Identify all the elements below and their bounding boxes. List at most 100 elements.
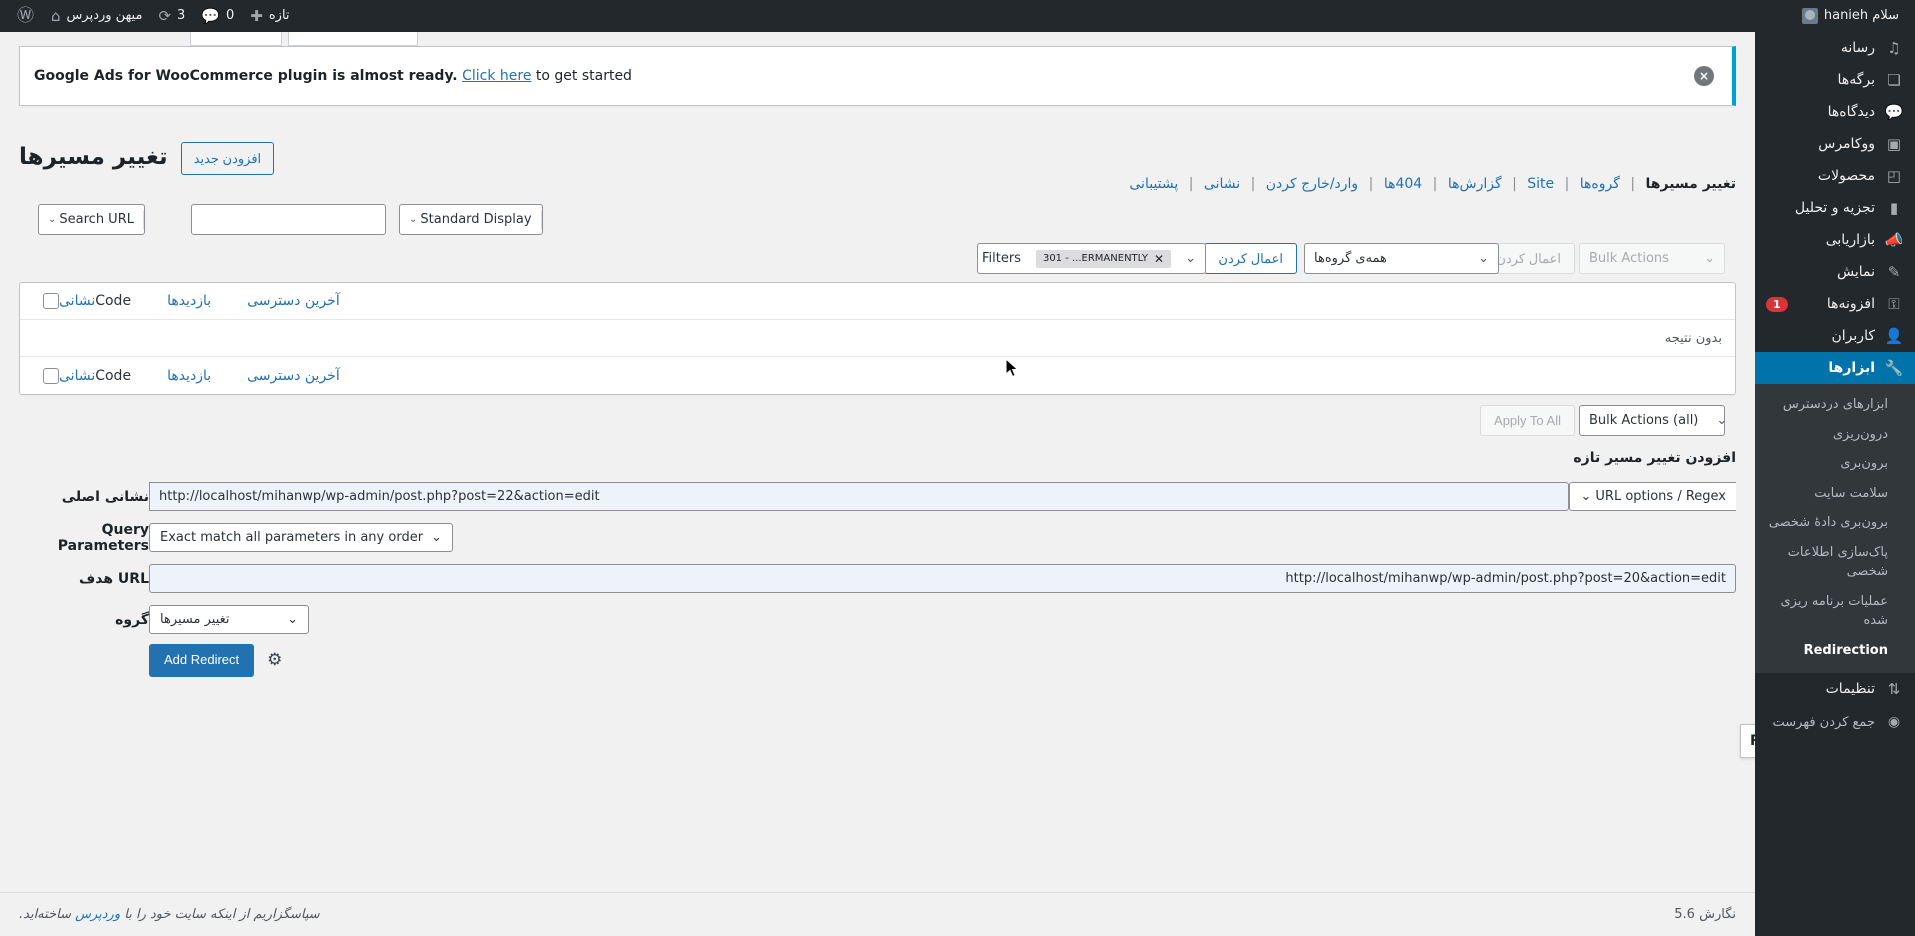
sidebar-item-media[interactable]: ♫ رسانه <box>1755 32 1915 64</box>
add-redirect-button[interactable]: Add Redirect <box>149 644 255 677</box>
subnav-item-404s[interactable]: 404ها <box>1384 176 1422 192</box>
filters-select[interactable]: Filters ✕ 301 - ...ERMANENTLY ⌄ <box>976 243 1206 274</box>
bulk-actions-select[interactable]: Bulk Actions ⌄ <box>1579 243 1725 274</box>
table-footer-right-columns: Code بازدیدها آخرین دسترسی <box>95 368 340 384</box>
add-redirect-form: نشانی اصلی http://localhost/mihanwp/wp-a… <box>19 482 1736 687</box>
collapse-icon: ◉ <box>1887 714 1901 730</box>
search-type-select[interactable]: ⌄ Search URL <box>38 204 145 235</box>
admin-bar-comments[interactable]: 0 💬 <box>193 0 242 32</box>
footer-version: نگارش 5.6 <box>1674 907 1736 922</box>
submenu-item-erase-personal-data[interactable]: پاک‌سازی اطلاعات شخصی <box>1755 538 1915 587</box>
gear-icon[interactable]: ⚙ <box>267 652 282 669</box>
notice-message: Google Ads for WooCommerce plugin is alm… <box>34 68 632 84</box>
subnav-item-groups[interactable]: گروه‌ها <box>1580 176 1620 192</box>
display-mode-value[interactable]: ⌄ Standard Display <box>400 205 541 234</box>
empty-message: بدون نتیجه <box>1664 330 1722 346</box>
sidebar-item-tools[interactable]: 🔧 ابزارها <box>1747 352 1915 384</box>
search-input[interactable] <box>192 205 382 234</box>
url-options-regex-button[interactable]: ⌄ URL options / Regex <box>1569 482 1736 511</box>
column-footer-url[interactable]: نشانی <box>59 368 95 384</box>
submenu-item-available-tools[interactable]: ابزارهای دردسترس <box>1755 390 1915 420</box>
subnav-item-logs[interactable]: گزارش‌ها <box>1448 176 1502 192</box>
subnav-separator: | <box>1368 176 1374 192</box>
admin-bar-updates[interactable]: 3 ⟳ <box>150 0 193 32</box>
chevron-down-icon: ⌄ <box>431 530 442 545</box>
column-footer-last-access[interactable]: آخرین دسترسی <box>247 368 340 384</box>
group-filter-select[interactable]: همه‌ی گروه‌ها ⌄ <box>1304 243 1499 274</box>
sidebar-item-marketing[interactable]: 📣 بازاریابی <box>1755 224 1915 256</box>
admin-bar-site-name[interactable]: میهن وردپرس ⌂ <box>43 0 150 32</box>
stray-tab-2[interactable] <box>190 32 282 46</box>
search-type-value[interactable]: ⌄ Search URL <box>39 205 143 234</box>
footer-wordpress-link[interactable]: وردپرس <box>75 907 120 922</box>
column-header-last-access[interactable]: آخرین دسترسی <box>247 293 340 309</box>
target-url-input[interactable]: http://localhost/mihanwp/wp-admin/post.p… <box>149 564 1736 593</box>
tooltip-text: Re <box>1750 733 1755 749</box>
sidebar-item-analytics[interactable]: ▮ تجزیه و تحلیل <box>1755 192 1915 224</box>
submenu-item-scheduled-actions[interactable]: عملیات برنامه ریزی شده <box>1755 587 1915 636</box>
sidebar-item-pages[interactable]: ❏ برگه‌ها <box>1755 64 1915 96</box>
sidebar-item-appearance[interactable]: ✎ نمایش <box>1755 256 1915 288</box>
subnav-item-import-export[interactable]: وارد/خارج کردن <box>1266 176 1358 192</box>
pages-icon: ❏ <box>1887 70 1901 89</box>
display-mode-select[interactable]: ⌄ Standard Display <box>399 204 543 235</box>
form-row-source-url: نشانی اصلی http://localhost/mihanwp/wp-a… <box>19 482 1736 511</box>
column-header-code: Code <box>95 293 132 309</box>
subnav-item-redirects[interactable]: تغییر مسیرها <box>1646 176 1736 192</box>
table-header-right-columns: Code بازدیدها آخرین دسترسی <box>95 293 340 309</box>
column-header-url[interactable]: نشانی <box>59 293 95 309</box>
plugins-update-badge: 1 <box>1766 296 1788 312</box>
wordpress-logo-icon[interactable]: Ⓦ <box>8 0 43 32</box>
subnav-item-options[interactable]: نشانی <box>1204 176 1240 192</box>
chevron-down-icon: ⌄ <box>1716 413 1728 428</box>
collapse-menu-button[interactable]: ◉ جمع کردن فهرست <box>1755 705 1915 739</box>
sidebar-item-comments[interactable]: 💬 دیدگاه‌ها <box>1755 96 1915 128</box>
chip-remove-icon[interactable]: ✕ <box>1154 252 1164 266</box>
comment-bubble-icon: 💬 <box>201 6 220 25</box>
avatar <box>1801 8 1818 24</box>
source-url-input[interactable]: http://localhost/mihanwp/wp-admin/post.p… <box>149 482 1570 511</box>
sidebar-item-plugins[interactable]: ⚿ افزونه‌ها 1 <box>1755 288 1915 320</box>
form-actions-group: Add Redirect ⚙ <box>149 644 1736 677</box>
column-header-hits[interactable]: بازدیدها <box>167 293 211 309</box>
bulk-actions-row: Bulk Actions ⌄ اعمال کردن همه‌ی گروه‌ها … <box>19 240 1736 282</box>
submenu-item-site-health[interactable]: سلامت سایت <box>1755 479 1915 509</box>
submenu-item-redirection[interactable]: Redirection <box>1755 636 1915 666</box>
submenu-item-import[interactable]: درون‌ریزی <box>1755 420 1915 450</box>
form-actions: Add Redirect ⚙ <box>149 644 282 677</box>
bulk-actions-all-select[interactable]: Bulk Actions (all) ⌄ <box>1579 405 1727 436</box>
submenu-item-export[interactable]: برون‌بری <box>1755 449 1915 479</box>
subnav-item-site[interactable]: Site <box>1527 176 1554 192</box>
greeting-label: سلام hanieh <box>1823 8 1899 23</box>
submenu-item-export-personal-data[interactable]: برون‌بری دادهٔ شخصی <box>1755 508 1915 538</box>
admin-bar-account[interactable]: سلام hanieh <box>1794 0 1907 32</box>
select-all-checkbox-footer[interactable] <box>43 367 59 384</box>
chevron-down-icon: ⌄ <box>1478 251 1489 266</box>
group-label: گروه <box>115 611 149 628</box>
search-input-wrapper[interactable] <box>191 204 386 235</box>
group-select[interactable]: تغییر مسیرها ⌄ <box>149 605 309 634</box>
filter-chip-301[interactable]: ✕ 301 - ...ERMANENTLY <box>1035 249 1172 268</box>
notice-link[interactable]: Click here <box>462 68 531 84</box>
footer-thanks-before: سپاسگزاریم از اینکه سایت خود را با <box>124 907 320 922</box>
sidebar-item-users[interactable]: 👤 کاربران <box>1755 320 1915 352</box>
query-parameters-select[interactable]: Exact match all parameters in any order … <box>149 523 453 552</box>
footer-thanks-after: ساخته‌اید. <box>19 907 71 922</box>
sidebar-item-settings[interactable]: ⇅ تنظیمات <box>1755 673 1915 705</box>
apply-group-filter-button[interactable]: اعمال کردن <box>1204 243 1297 274</box>
filters-label: Filters <box>981 251 1021 266</box>
new-content-label: تازه <box>268 8 290 23</box>
column-footer-hits[interactable]: بازدیدها <box>167 368 211 384</box>
subnav-separator: | <box>1630 176 1636 192</box>
tools-submenu: ابزارهای دردسترس درون‌ریزی برون‌بری سلام… <box>1755 384 1915 673</box>
sidebar-item-products[interactable]: ◰ محصولات <box>1755 160 1915 192</box>
subnav-item-support[interactable]: پشتیبانی <box>1129 176 1178 192</box>
close-icon[interactable]: × <box>1694 66 1714 86</box>
sidebar-item-woocommerce[interactable]: ▣ ووکامرس <box>1755 128 1915 160</box>
apply-to-all-button[interactable]: Apply To All <box>1480 405 1575 436</box>
settings-icon: ⇅ <box>1887 679 1901 698</box>
select-all-checkbox[interactable] <box>43 293 59 309</box>
admin-bar-new-content[interactable]: تازه ✚ <box>242 0 297 32</box>
stray-tab-1[interactable] <box>288 32 418 46</box>
add-new-button[interactable]: افزودن جدید <box>180 141 275 176</box>
